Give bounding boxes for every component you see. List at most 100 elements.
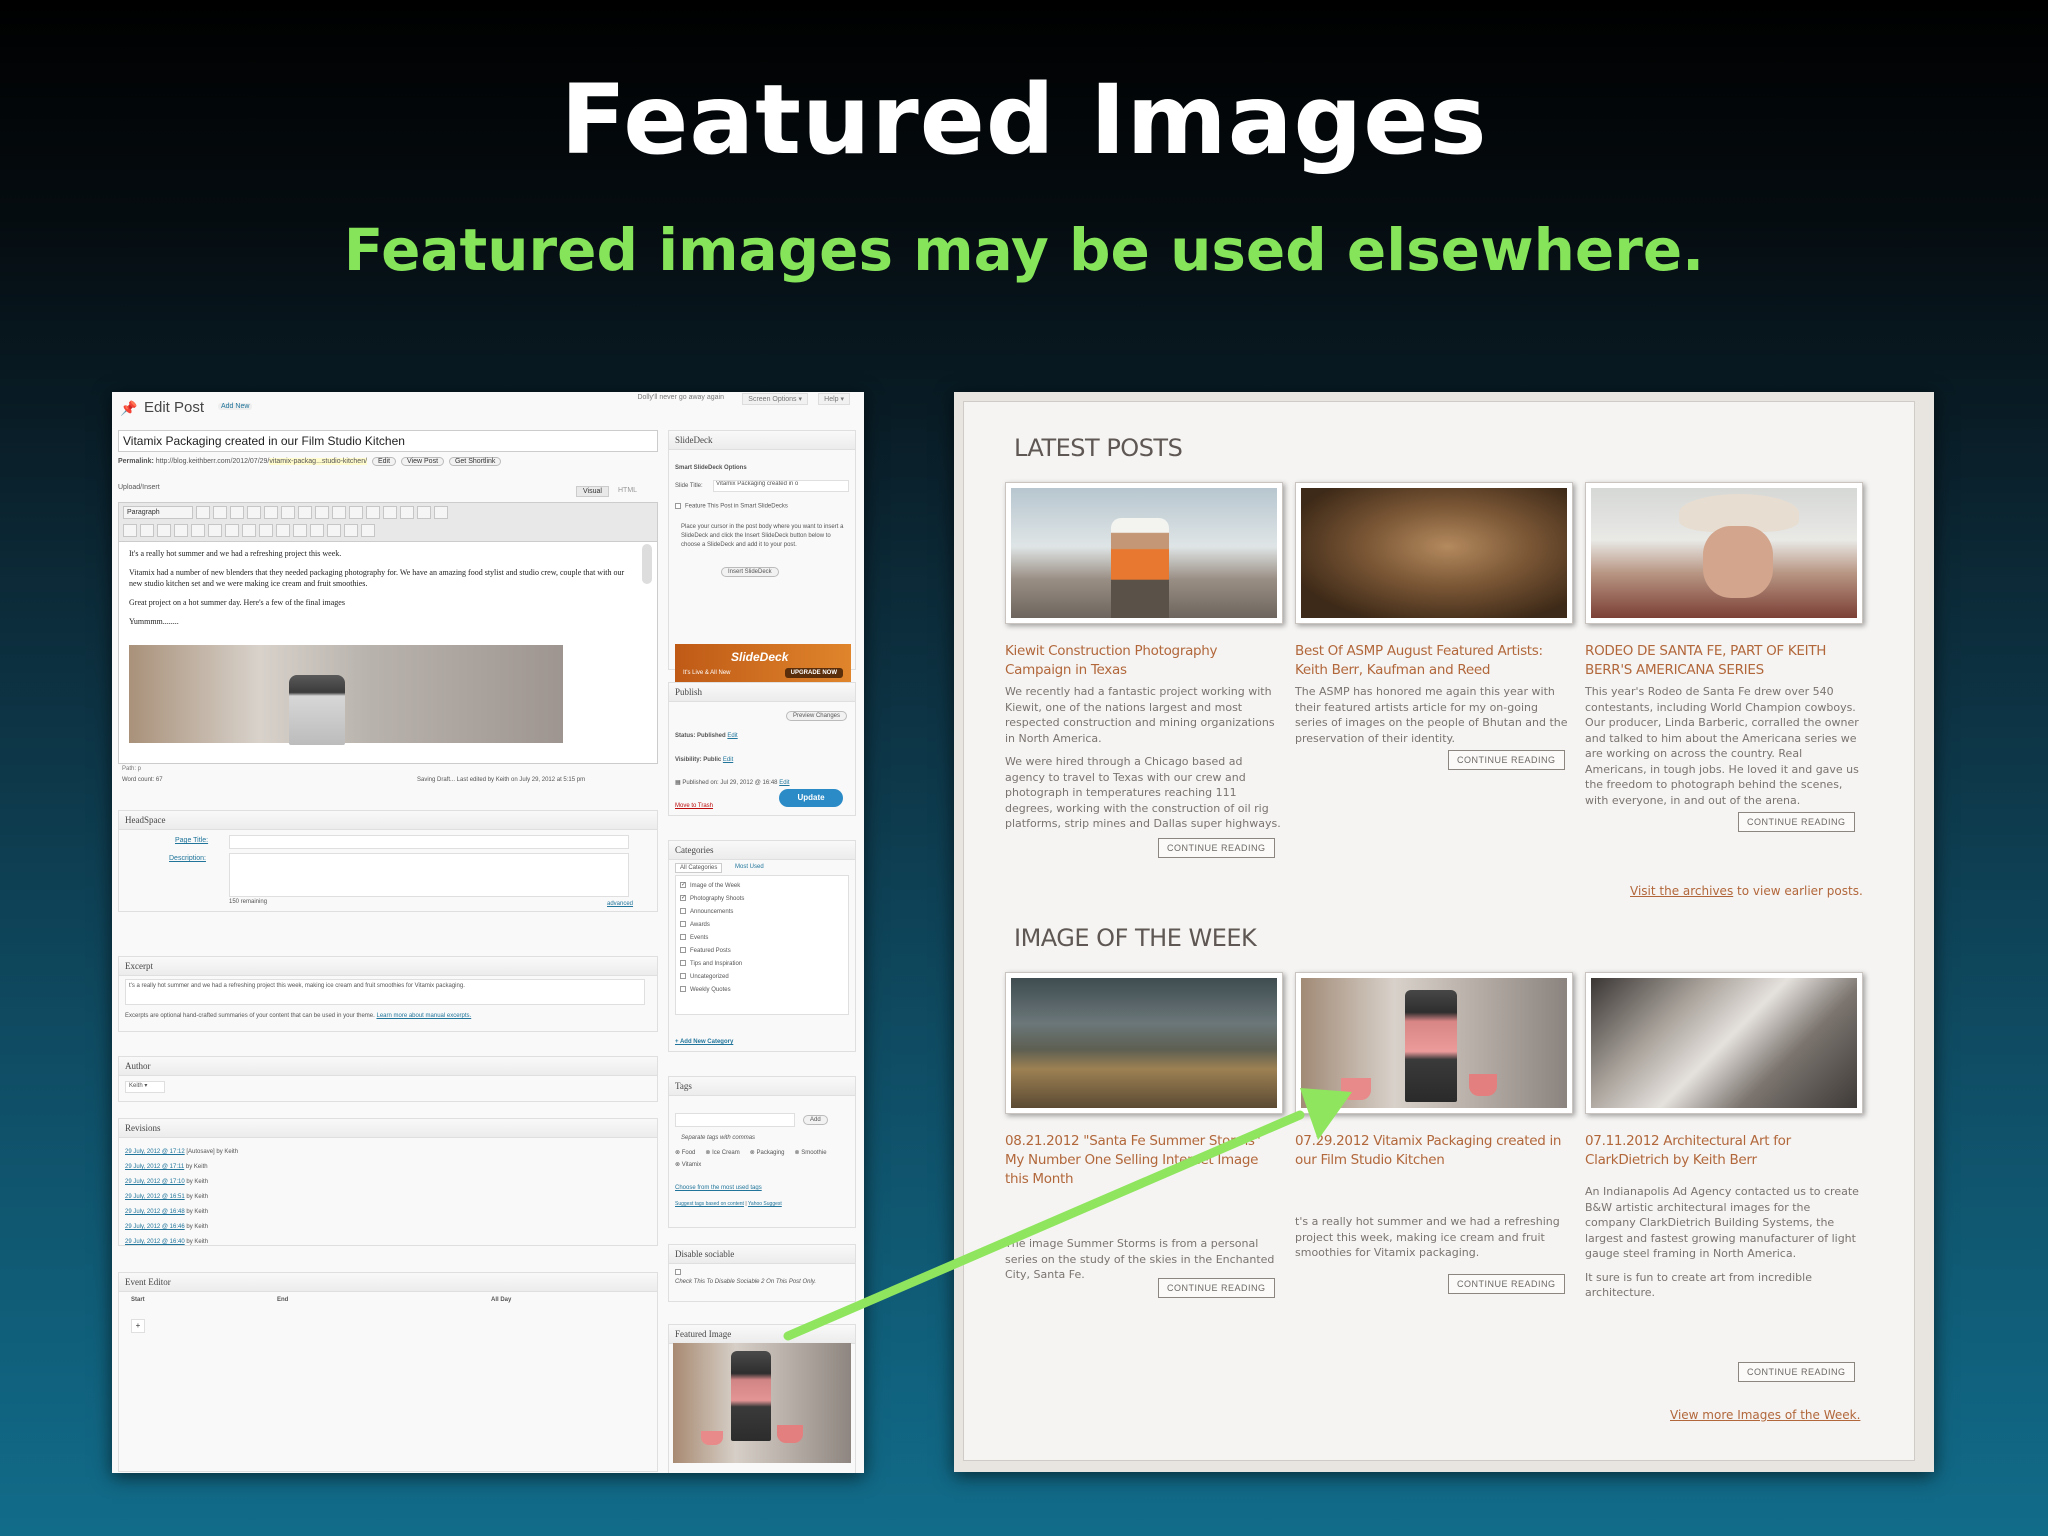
tag-input[interactable] xyxy=(675,1113,795,1127)
checkbox-icon[interactable] xyxy=(680,947,686,954)
post-title-link[interactable]: RODEO DE SANTA FE, PART OF KEITH BERR'S … xyxy=(1585,642,1863,680)
indent-button[interactable] xyxy=(259,524,273,537)
excerpt-textarea[interactable]: t's a really hot summer and we had a ref… xyxy=(125,979,645,1005)
post-thumbnail[interactable] xyxy=(1585,972,1863,1114)
post-thumbnail[interactable] xyxy=(1005,482,1283,624)
align-left-button[interactable] xyxy=(298,506,312,519)
tag-item[interactable]: ⊗ Vitamix xyxy=(675,1159,701,1171)
paste-text-button[interactable] xyxy=(174,524,188,537)
remove-tag-icon[interactable]: ⊗ xyxy=(675,1162,682,1168)
continue-reading-button[interactable]: CONTINUE READING xyxy=(1448,1274,1565,1294)
post-title-link[interactable]: 07.11.2012 Architectural Art for ClarkDi… xyxy=(1585,1132,1863,1170)
continue-reading-button[interactable]: CONTINUE READING xyxy=(1158,1278,1275,1298)
permalink-edit-button[interactable]: Edit xyxy=(372,457,397,466)
description-textarea[interactable] xyxy=(229,853,629,897)
category-item[interactable]: Uncategorized xyxy=(680,971,844,984)
checkbox-icon[interactable] xyxy=(680,986,686,993)
revision-date-link[interactable]: 29 July, 2012 @ 16:40 xyxy=(125,1239,185,1245)
blender-photo[interactable] xyxy=(129,645,563,745)
revision-date-link[interactable]: 29 July, 2012 @ 16:48 xyxy=(125,1209,185,1215)
choose-most-used-tags-link[interactable]: Choose from the most used tags xyxy=(675,1185,762,1191)
excerpt-learn-more-link[interactable]: Learn more about manual excerpts. xyxy=(376,1013,471,1019)
yahoo-suggest-link[interactable]: Yahoo Suggest xyxy=(748,1201,782,1207)
revision-date-link[interactable]: 29 July, 2012 @ 17:10 xyxy=(125,1179,185,1185)
category-item[interactable]: ✓ Image of the Week xyxy=(680,880,844,893)
revision-date-link[interactable]: 29 July, 2012 @ 16:46 xyxy=(125,1224,185,1230)
redo-button[interactable] xyxy=(293,524,307,537)
spellcheck-button[interactable] xyxy=(400,506,414,519)
category-item[interactable]: Announcements xyxy=(680,906,844,919)
permalink-slug[interactable]: vitamix-packag...studio-kitchen/ xyxy=(269,458,368,465)
advanced-link[interactable]: advanced xyxy=(607,901,633,907)
preview-changes-button[interactable]: Preview Changes xyxy=(785,711,847,721)
link-button[interactable] xyxy=(349,506,363,519)
view-post-button[interactable]: View Post xyxy=(401,457,445,466)
tab-most-used[interactable]: Most Used xyxy=(735,864,764,870)
tag-item[interactable]: ⊗ Ice Cream xyxy=(705,1147,739,1159)
tab-all-categories[interactable]: All Categories xyxy=(675,863,723,873)
insert-slidedeck-button[interactable]: Insert SlideDeck xyxy=(721,567,779,577)
feature-post-row[interactable]: Feature This Post in Smart SlideDecks xyxy=(675,503,788,510)
add-new-link[interactable]: Add New xyxy=(218,403,253,410)
post-title-link[interactable]: 07.29.2012 Vitamix Packaging created in … xyxy=(1295,1132,1573,1170)
author-select[interactable]: Keith ▾ xyxy=(125,1081,165,1093)
get-shortlink-button[interactable]: Get Shortlink xyxy=(448,457,502,466)
outdent-button[interactable] xyxy=(242,524,256,537)
more-button[interactable] xyxy=(383,506,397,519)
editor-scrollbar[interactable] xyxy=(642,544,652,584)
fullscreen-button[interactable] xyxy=(417,506,431,519)
format-select[interactable]: Paragraph xyxy=(123,506,193,519)
checkbox-icon[interactable] xyxy=(680,934,686,941)
blockquote-button[interactable] xyxy=(281,506,295,519)
post-thumbnail[interactable] xyxy=(1005,972,1283,1114)
post-title-link[interactable]: Best Of ASMP August Featured Artists: Ke… xyxy=(1295,642,1573,680)
revision-date-link[interactable]: 29 July, 2012 @ 17:11 xyxy=(125,1164,184,1170)
category-item[interactable]: Events xyxy=(680,932,844,945)
checkbox-icon[interactable]: ✓ xyxy=(680,882,686,889)
tag-item[interactable]: ⊗ Packaging xyxy=(750,1147,785,1159)
underline-button[interactable] xyxy=(123,524,137,537)
post-thumbnail[interactable] xyxy=(1295,972,1573,1114)
remove-format-button[interactable] xyxy=(208,524,222,537)
post-thumbnail[interactable] xyxy=(1585,482,1863,624)
bold-button[interactable] xyxy=(196,506,210,519)
revision-date-link[interactable]: 29 July, 2012 @ 17:12 xyxy=(125,1149,185,1155)
visibility-edit-link[interactable]: Edit xyxy=(723,757,733,763)
help-icon-button[interactable] xyxy=(310,524,324,537)
media-button[interactable] xyxy=(361,524,375,537)
post-title-link[interactable]: Kiewit Construction Photography Campaign… xyxy=(1005,642,1283,680)
category-item[interactable]: Weekly Quotes xyxy=(680,984,844,997)
continue-reading-button[interactable]: CONTINUE READING xyxy=(1738,1362,1855,1382)
tab-html[interactable]: HTML xyxy=(612,486,643,495)
char-map-button[interactable] xyxy=(225,524,239,537)
update-button[interactable]: Update xyxy=(779,789,843,807)
tag-item[interactable]: ⊗ Food xyxy=(675,1147,695,1159)
revision-date-link[interactable]: 29 July, 2012 @ 16:51 xyxy=(125,1194,185,1200)
emoticon-button[interactable] xyxy=(327,524,341,537)
number-list-button[interactable] xyxy=(264,506,278,519)
checkbox-icon[interactable] xyxy=(680,960,686,967)
tag-add-button[interactable]: Add xyxy=(803,1115,828,1125)
table-button[interactable] xyxy=(344,524,358,537)
category-item[interactable]: Awards xyxy=(680,919,844,932)
category-item[interactable]: Featured Posts xyxy=(680,945,844,958)
undo-button[interactable] xyxy=(276,524,290,537)
checkbox-icon[interactable] xyxy=(675,1269,681,1276)
checkbox-icon[interactable] xyxy=(680,973,686,980)
text-color-button[interactable] xyxy=(157,524,171,537)
bullet-list-button[interactable] xyxy=(247,506,261,519)
event-add-button[interactable]: + xyxy=(131,1319,145,1333)
add-new-category-link[interactable]: + Add New Category xyxy=(675,1039,733,1045)
status-edit-link[interactable]: Edit xyxy=(727,733,737,739)
move-to-trash-link[interactable]: Move to Trash xyxy=(675,803,713,809)
kitchen-sink-button[interactable] xyxy=(434,506,448,519)
post-thumbnail[interactable] xyxy=(1295,482,1573,624)
visit-archives-link[interactable]: Visit the archives xyxy=(1630,884,1733,898)
continue-reading-button[interactable]: CONTINUE READING xyxy=(1738,812,1855,832)
tag-item[interactable]: ⊗ Smoothie xyxy=(795,1147,827,1159)
align-center-button[interactable] xyxy=(315,506,329,519)
page-title-input[interactable] xyxy=(229,835,629,849)
strike-button[interactable] xyxy=(230,506,244,519)
checkbox-icon[interactable] xyxy=(680,908,686,915)
view-more-images-link[interactable]: View more Images of the Week. xyxy=(1670,1408,1860,1422)
